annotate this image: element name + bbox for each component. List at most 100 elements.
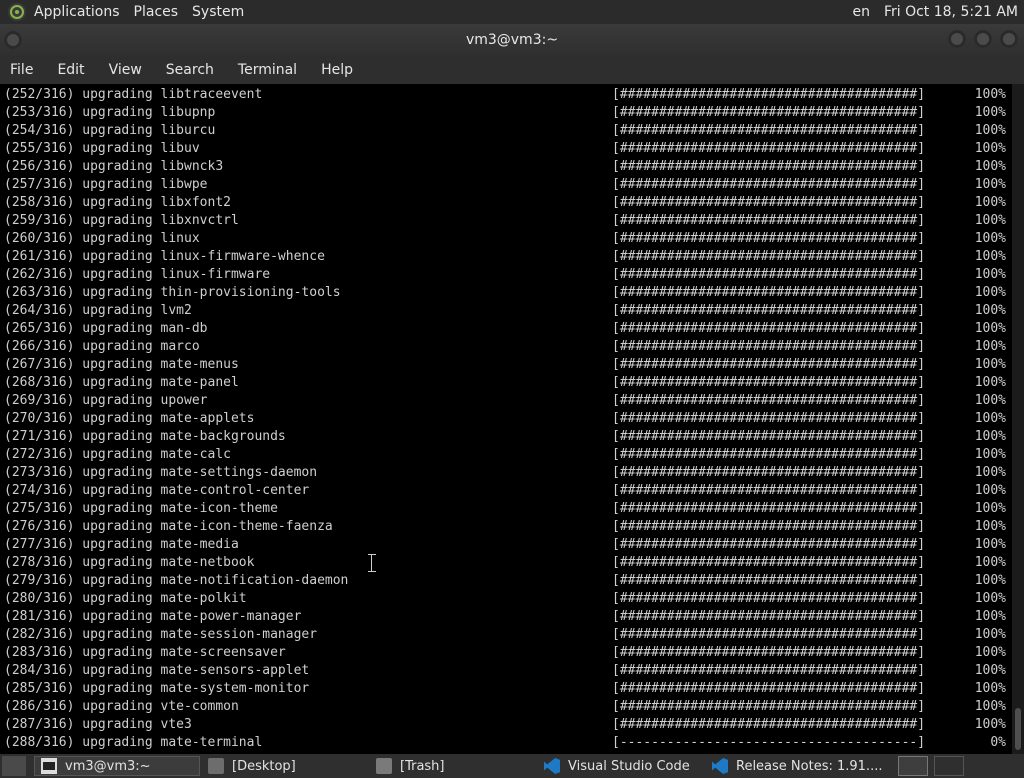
package-text: (285/316) upgrading mate-system-monitor <box>4 681 310 696</box>
progress-bar-text: [######################################] <box>612 231 926 246</box>
package-text: (263/316) upgrading thin-provisioning-to… <box>4 285 341 300</box>
package-text: (260/316) upgrading linux <box>4 231 200 246</box>
package-text: (275/316) upgrading mate-icon-theme <box>4 501 278 516</box>
percent-text: 100% <box>974 465 1006 480</box>
package-text: (270/316) upgrading mate-applets <box>4 411 255 426</box>
menu-search[interactable]: Search <box>166 62 214 78</box>
progress-bar-text: [######################################] <box>612 717 926 732</box>
percent-text: 100% <box>974 573 1006 588</box>
package-text: (272/316) upgrading mate-calc <box>4 447 231 462</box>
progress-bar-text: [######################################] <box>612 267 926 282</box>
percent-text: 100% <box>974 321 1006 336</box>
package-text: (262/316) upgrading linux-firmware <box>4 267 271 282</box>
percent-text: 100% <box>974 663 1006 678</box>
folder-icon <box>208 758 224 774</box>
keyboard-layout-indicator[interactable]: en <box>852 4 870 20</box>
progress-bar-text: [######################################] <box>612 357 926 372</box>
package-text: (283/316) upgrading mate-screensaver <box>4 645 286 660</box>
scrollbar-thumb[interactable] <box>1015 708 1021 750</box>
terminal-icon <box>41 758 57 774</box>
menu-system[interactable]: System <box>192 4 244 20</box>
percent-text: 100% <box>974 429 1006 444</box>
progress-bar-text: [######################################] <box>612 555 926 570</box>
percent-text: 100% <box>974 141 1006 156</box>
package-text: (266/316) upgrading marco <box>4 339 200 354</box>
percent-text: 100% <box>974 609 1006 624</box>
menu-file[interactable]: File <box>10 62 33 78</box>
menu-terminal[interactable]: Terminal <box>238 62 297 78</box>
show-desktop-button[interactable] <box>2 756 26 776</box>
percent-text: 100% <box>974 303 1006 318</box>
percent-text: 100% <box>974 501 1006 516</box>
package-text: (287/316) upgrading vte3 <box>4 717 192 732</box>
task-label: Release Notes: 1.91.... <box>736 758 883 774</box>
progress-bar-text: [######################################] <box>612 159 926 174</box>
percent-text: 100% <box>974 411 1006 426</box>
distro-logo-icon[interactable] <box>8 3 26 21</box>
task-terminal[interactable]: vm3@vm3:~ <box>34 756 200 776</box>
progress-bar-text: [######################################] <box>612 465 926 480</box>
window-titlebar[interactable]: vm3@vm3:~ <box>0 24 1024 56</box>
percent-text: 100% <box>974 681 1006 696</box>
task-release-notes[interactable]: Release Notes: 1.91.... <box>712 756 882 776</box>
terminal-output[interactable]: (252/316) upgrading libtraceevent [######… <box>0 84 1012 754</box>
minimize-button[interactable] <box>948 30 966 48</box>
workspace-2[interactable] <box>934 756 964 776</box>
progress-bar-text: [######################################] <box>612 591 926 606</box>
percent-text: 100% <box>974 699 1006 714</box>
task-label: Visual Studio Code <box>568 758 690 774</box>
progress-bar-text: [######################################] <box>612 375 926 390</box>
package-text: (274/316) upgrading mate-control-center <box>4 483 310 498</box>
package-text: (269/316) upgrading upower <box>4 393 208 408</box>
percent-text: 100% <box>974 123 1006 138</box>
progress-bar-text: [######################################] <box>612 429 926 444</box>
menu-view[interactable]: View <box>109 62 142 78</box>
percent-text: 100% <box>974 483 1006 498</box>
menubar: File Edit View Search Terminal Help <box>0 56 1024 84</box>
panel-right: en Fri Oct 18, 5:21 AM <box>852 4 1018 20</box>
progress-bar-text: [######################################] <box>612 303 926 318</box>
percent-text: 100% <box>974 249 1006 264</box>
menu-places[interactable]: Places <box>134 4 179 20</box>
percent-text: 100% <box>974 717 1006 732</box>
progress-bar-text: [######################################] <box>612 483 926 498</box>
package-text: (258/316) upgrading libxfont2 <box>4 195 231 210</box>
package-text: (278/316) upgrading mate-netbook <box>4 555 255 570</box>
close-button[interactable] <box>1000 30 1018 48</box>
progress-bar-text: [######################################] <box>612 195 926 210</box>
progress-bar-text: [######################################] <box>612 519 926 534</box>
task-vscode[interactable]: Visual Studio Code <box>544 756 690 776</box>
progress-bar-text: [######################################] <box>612 663 926 678</box>
package-text: (267/316) upgrading mate-menus <box>4 357 239 372</box>
percent-text: 100% <box>974 231 1006 246</box>
menu-edit[interactable]: Edit <box>57 62 84 78</box>
clock[interactable]: Fri Oct 18, 5:21 AM <box>884 4 1018 20</box>
percent-text: 100% <box>974 591 1006 606</box>
text-cursor-icon <box>368 554 376 572</box>
menu-help[interactable]: Help <box>321 62 353 78</box>
percent-text: 100% <box>974 195 1006 210</box>
package-text: (288/316) upgrading mate-terminal <box>4 735 263 750</box>
progress-bar-text: [######################################] <box>612 123 926 138</box>
percent-text: 100% <box>974 375 1006 390</box>
workspace-1[interactable] <box>898 756 928 776</box>
progress-bar-text: [######################################] <box>612 177 926 192</box>
package-text: (281/316) upgrading mate-power-manager <box>4 609 302 624</box>
progress-bar-text: [######################################] <box>612 249 926 264</box>
task-label: [Trash] <box>400 758 445 774</box>
percent-text: 100% <box>974 447 1006 462</box>
progress-bar-text: [######################################] <box>612 321 926 336</box>
package-text: (286/316) upgrading vte-common <box>4 699 239 714</box>
task-desktop[interactable]: [Desktop] <box>208 756 296 776</box>
task-trash[interactable]: [Trash] <box>376 756 445 776</box>
progress-bar-text: [######################################] <box>612 645 926 660</box>
maximize-button[interactable] <box>974 30 992 48</box>
terminal-scrollbar[interactable] <box>1012 84 1024 754</box>
package-text: (265/316) upgrading man-db <box>4 321 208 336</box>
percent-text: 100% <box>974 105 1006 120</box>
percent-text: 100% <box>974 159 1006 174</box>
menu-applications[interactable]: Applications <box>34 4 120 20</box>
progress-bar-text: [######################################] <box>612 87 926 102</box>
progress-bar-text: [######################################] <box>612 699 926 714</box>
percent-text: 100% <box>974 555 1006 570</box>
